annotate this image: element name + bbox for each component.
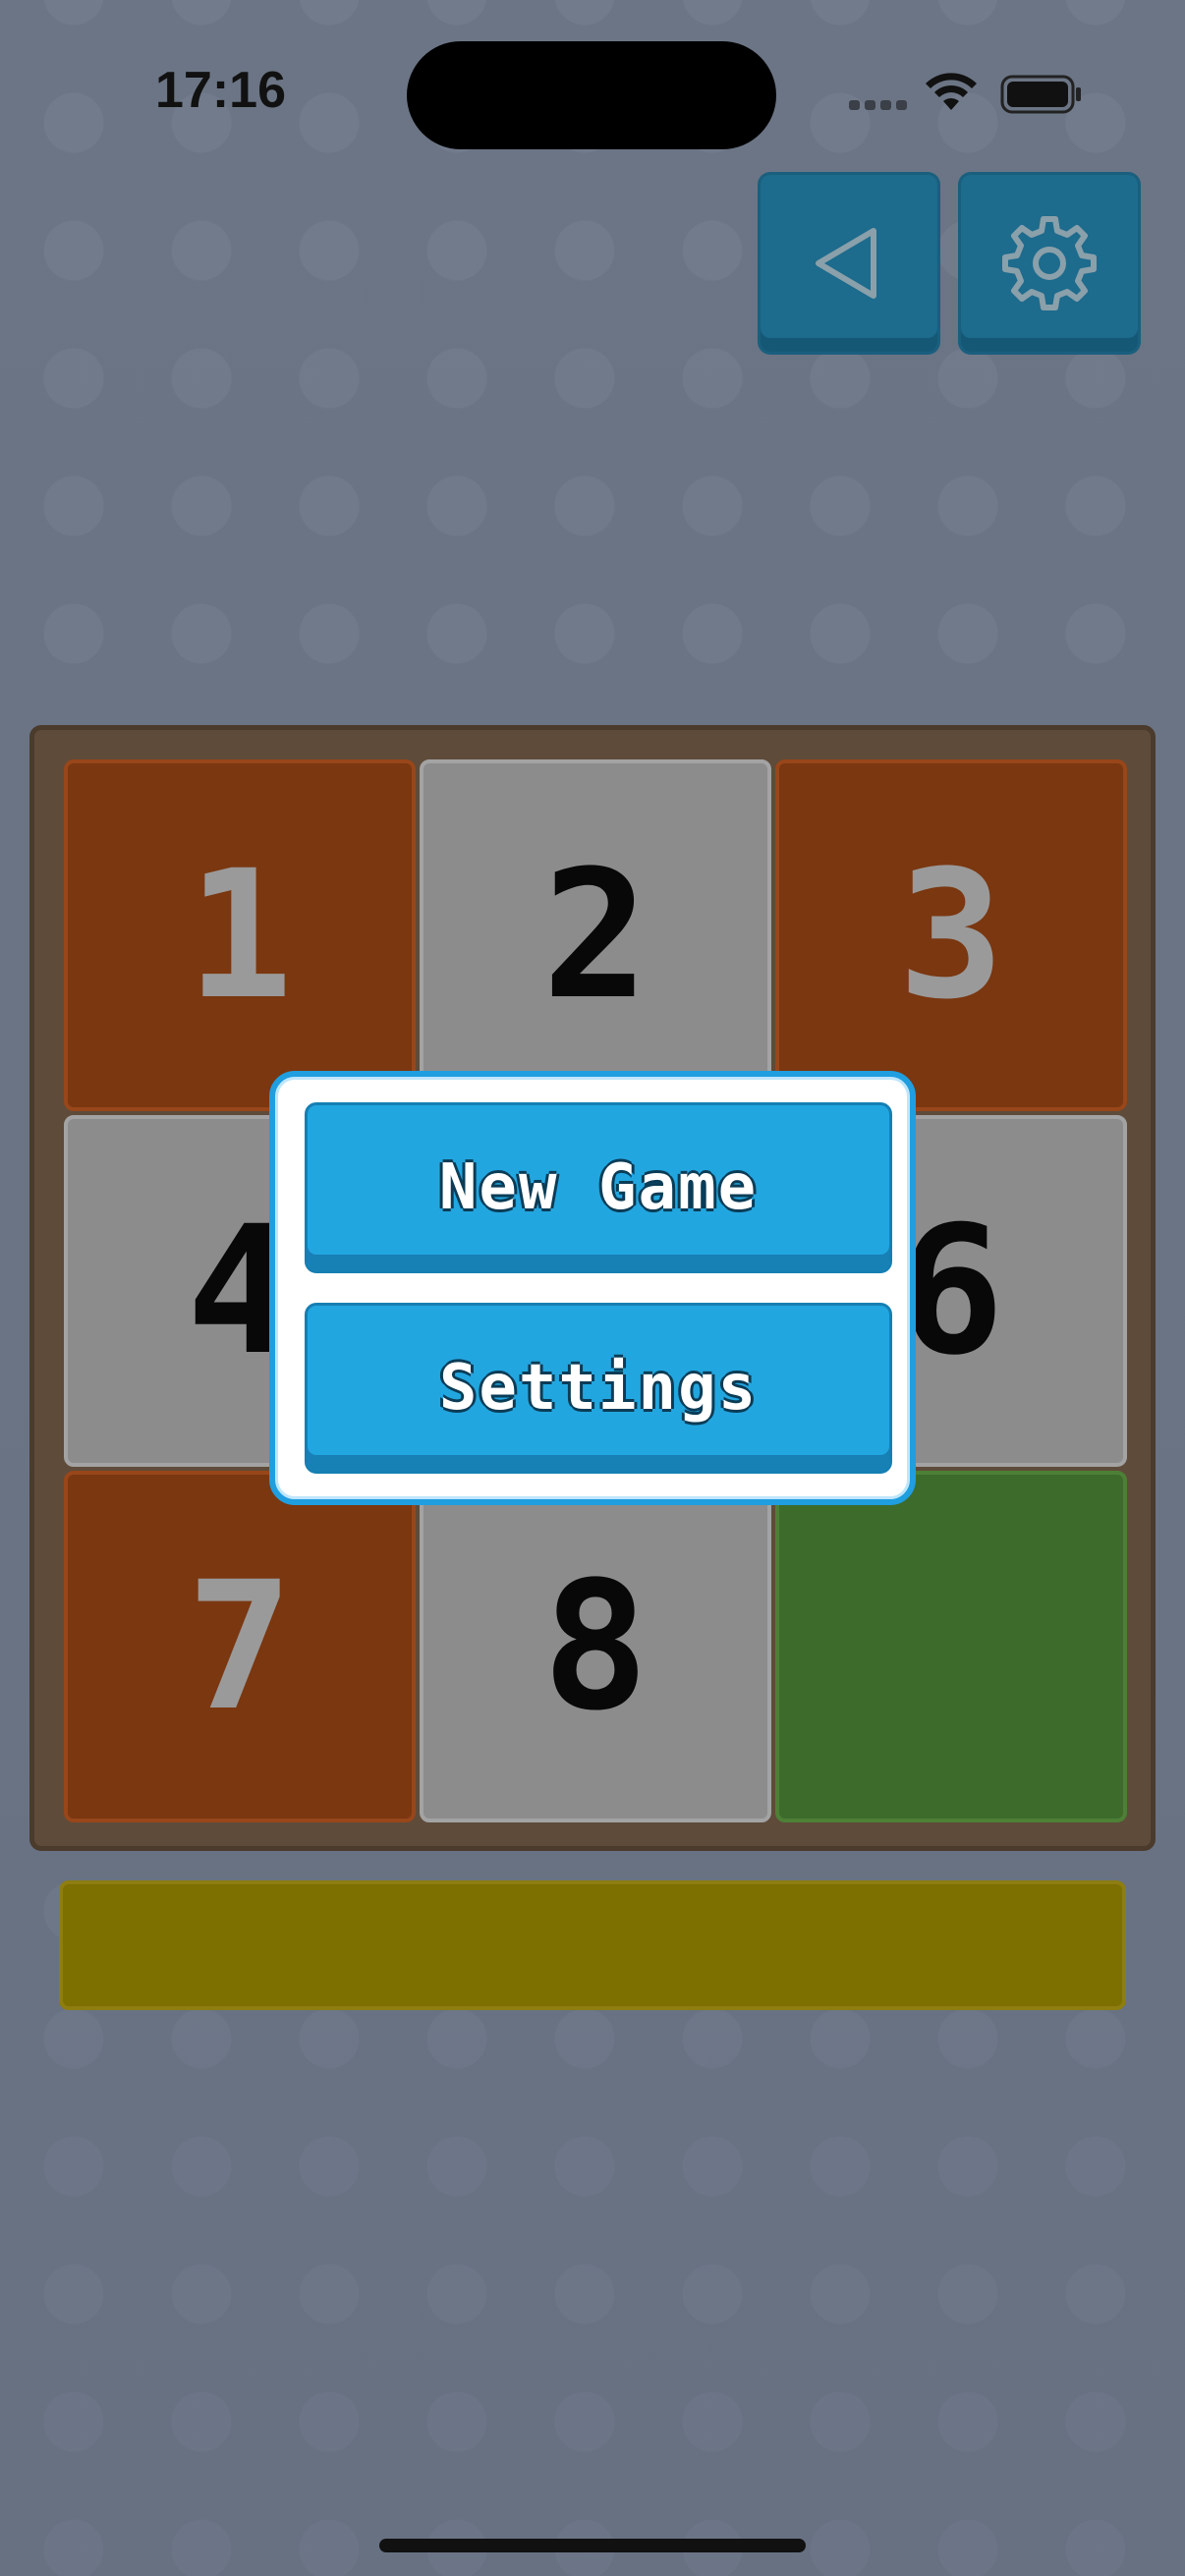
progress-bar: [59, 1880, 1126, 2010]
empty-slot[interactable]: [775, 1471, 1127, 1822]
tile-label: 2: [541, 832, 649, 1038]
back-button[interactable]: [761, 175, 937, 352]
tile-7[interactable]: 7: [64, 1471, 416, 1822]
home-indicator[interactable]: [379, 2539, 806, 2552]
tile-2[interactable]: 2: [420, 759, 771, 1111]
gear-icon: [1002, 216, 1097, 310]
cellular-signal-icon: [849, 100, 908, 110]
status-time: 17:16: [155, 62, 286, 119]
menu-dialog: New Game Settings: [269, 1071, 916, 1505]
tile-3[interactable]: 3: [775, 759, 1127, 1111]
tile-label: 3: [897, 832, 1005, 1038]
wifi-icon: [926, 73, 977, 110]
tile-label: 1: [186, 832, 294, 1038]
battery-icon: [1000, 75, 1081, 114]
dynamic-island: [407, 41, 776, 149]
tile-label: 8: [541, 1543, 649, 1750]
tile-label: 7: [186, 1543, 294, 1750]
settings-gear-button[interactable]: [961, 175, 1138, 352]
tile-8[interactable]: 8: [420, 1471, 771, 1822]
tile-1[interactable]: 1: [64, 759, 416, 1111]
settings-button[interactable]: Settings: [305, 1303, 892, 1474]
new-game-button[interactable]: New Game: [305, 1102, 892, 1273]
back-triangle-icon: [816, 228, 876, 299]
